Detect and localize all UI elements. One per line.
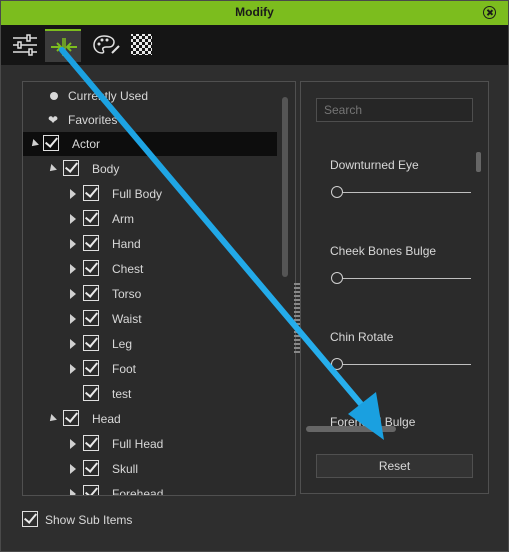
tree-item-hand[interactable]: Hand bbox=[23, 232, 277, 256]
checkbox[interactable] bbox=[83, 260, 99, 276]
palette-tab-button[interactable] bbox=[87, 29, 123, 62]
sliders-icon bbox=[13, 34, 37, 56]
expand-arrow-icon[interactable] bbox=[47, 164, 57, 174]
sliders-tab-button[interactable] bbox=[7, 29, 43, 62]
expand-arrow-icon[interactable] bbox=[70, 364, 76, 374]
expand-arrow-icon[interactable] bbox=[70, 314, 76, 324]
checkbox[interactable] bbox=[63, 410, 79, 426]
checkbox[interactable] bbox=[22, 511, 38, 527]
checkbox[interactable] bbox=[83, 185, 99, 201]
search-input[interactable] bbox=[316, 98, 473, 122]
checkbox[interactable] bbox=[43, 135, 59, 151]
morph-icon bbox=[51, 38, 77, 56]
tree-item-label: Skull bbox=[112, 462, 139, 476]
tree-item-label: test bbox=[112, 387, 132, 401]
checkbox[interactable] bbox=[83, 235, 99, 251]
slider-cheek-bones-bulge[interactable] bbox=[337, 278, 471, 279]
checkbox[interactable] bbox=[63, 160, 79, 176]
tree-item-body[interactable]: Body bbox=[23, 157, 277, 181]
expand-arrow-icon[interactable] bbox=[70, 189, 76, 199]
tree-item-actor[interactable]: Actor bbox=[23, 132, 277, 156]
tree-item-full-head[interactable]: Full Head bbox=[23, 432, 277, 456]
expand-arrow-icon[interactable] bbox=[70, 439, 76, 449]
dot-icon bbox=[50, 92, 58, 100]
checkbox[interactable] bbox=[83, 385, 99, 401]
checkbox[interactable] bbox=[83, 210, 99, 226]
tree-item-label: Foot bbox=[112, 362, 137, 376]
slider-knob[interactable] bbox=[331, 186, 343, 198]
tree-item-head[interactable]: Head bbox=[23, 407, 277, 431]
tree-item-waist[interactable]: Waist bbox=[23, 307, 277, 331]
tree-item-label: Chest bbox=[112, 262, 144, 276]
tree-item-skull[interactable]: Skull bbox=[23, 457, 277, 481]
checkbox[interactable] bbox=[83, 460, 99, 476]
slider-label: Cheek Bones Bulge bbox=[330, 244, 437, 258]
tree-scrollbar[interactable] bbox=[282, 97, 288, 277]
tree-item-full-body[interactable]: Full Body bbox=[23, 182, 277, 206]
slider-knob[interactable] bbox=[331, 272, 343, 284]
checkbox[interactable] bbox=[83, 360, 99, 376]
expand-arrow-icon[interactable] bbox=[70, 264, 76, 274]
slider-chin-rotate[interactable] bbox=[337, 364, 471, 365]
expand-arrow-icon[interactable] bbox=[70, 239, 76, 249]
checkbox[interactable] bbox=[83, 485, 99, 495]
expand-arrow-icon[interactable] bbox=[70, 214, 76, 224]
category-tree: Currently Used ❤ Favorites Actor Body Fu… bbox=[22, 81, 296, 496]
heart-icon: ❤ bbox=[48, 113, 59, 127]
slider-label: Chin Rotate bbox=[330, 330, 394, 344]
tree-item-label: Head bbox=[92, 412, 121, 426]
reset-button[interactable]: Reset bbox=[316, 454, 473, 478]
tree-item-label: Torso bbox=[112, 287, 142, 301]
expand-arrow-icon[interactable] bbox=[29, 139, 39, 149]
slider-knob[interactable] bbox=[331, 358, 343, 370]
tree-item-label: Full Head bbox=[112, 437, 164, 451]
palette-icon bbox=[93, 35, 120, 54]
tree-item-label: Waist bbox=[112, 312, 142, 326]
horizontal-scrollbar[interactable] bbox=[306, 426, 396, 432]
morph-tab-button[interactable] bbox=[45, 29, 81, 62]
slider-label: Downturned Eye bbox=[330, 158, 419, 172]
expand-arrow-icon[interactable] bbox=[70, 489, 76, 495]
modify-window: Modify Currently Used ❤ Favorites Actor … bbox=[0, 0, 509, 552]
slider-scrollbar[interactable] bbox=[476, 152, 481, 172]
tree-item-favorites[interactable]: ❤ Favorites bbox=[23, 108, 277, 132]
expand-arrow-icon[interactable] bbox=[70, 339, 76, 349]
checkbox[interactable] bbox=[83, 285, 99, 301]
tree-item-currently-used[interactable]: Currently Used bbox=[23, 84, 277, 108]
window-title: Modify bbox=[235, 5, 274, 19]
expand-arrow-icon[interactable] bbox=[70, 289, 76, 299]
show-sub-items-label: Show Sub Items bbox=[45, 513, 133, 527]
close-icon[interactable] bbox=[483, 6, 496, 19]
checkbox[interactable] bbox=[83, 435, 99, 451]
checkbox[interactable] bbox=[83, 335, 99, 351]
tree-item-label: Body bbox=[92, 162, 120, 176]
tree-item-torso[interactable]: Torso bbox=[23, 282, 277, 306]
tree-item-forehead[interactable]: Forehead bbox=[23, 482, 277, 496]
tree-item-chest[interactable]: Chest bbox=[23, 257, 277, 281]
tree-item-label: Hand bbox=[112, 237, 141, 251]
checkbox[interactable] bbox=[83, 310, 99, 326]
tree-item-foot[interactable]: Foot bbox=[23, 357, 277, 381]
toolbar bbox=[1, 25, 508, 65]
tree-item-label: Leg bbox=[112, 337, 133, 351]
tree-item-arm[interactable]: Arm bbox=[23, 207, 277, 231]
tree-item-label: Arm bbox=[112, 212, 134, 226]
texture-tab-button[interactable] bbox=[125, 29, 161, 62]
tree-item-label: Favorites bbox=[68, 113, 118, 127]
tree-item-test[interactable]: test bbox=[23, 382, 277, 406]
tree-item-label: Actor bbox=[72, 137, 101, 151]
tree-item-leg[interactable]: Leg bbox=[23, 332, 277, 356]
slider-panel: Downturned Eye Cheek Bones Bulge Chin Ro… bbox=[300, 81, 489, 494]
expand-arrow-icon[interactable] bbox=[47, 414, 57, 424]
checker-icon bbox=[131, 34, 152, 55]
tree-item-label: Currently Used bbox=[68, 89, 149, 103]
slider-downturned-eye[interactable] bbox=[337, 192, 471, 193]
tree-item-label: Forehead bbox=[112, 487, 164, 496]
tree-item-label: Full Body bbox=[112, 187, 163, 201]
expand-arrow-icon[interactable] bbox=[70, 464, 76, 474]
show-sub-items-toggle[interactable]: Show Sub Items bbox=[22, 510, 182, 530]
title-bar: Modify bbox=[1, 1, 508, 25]
